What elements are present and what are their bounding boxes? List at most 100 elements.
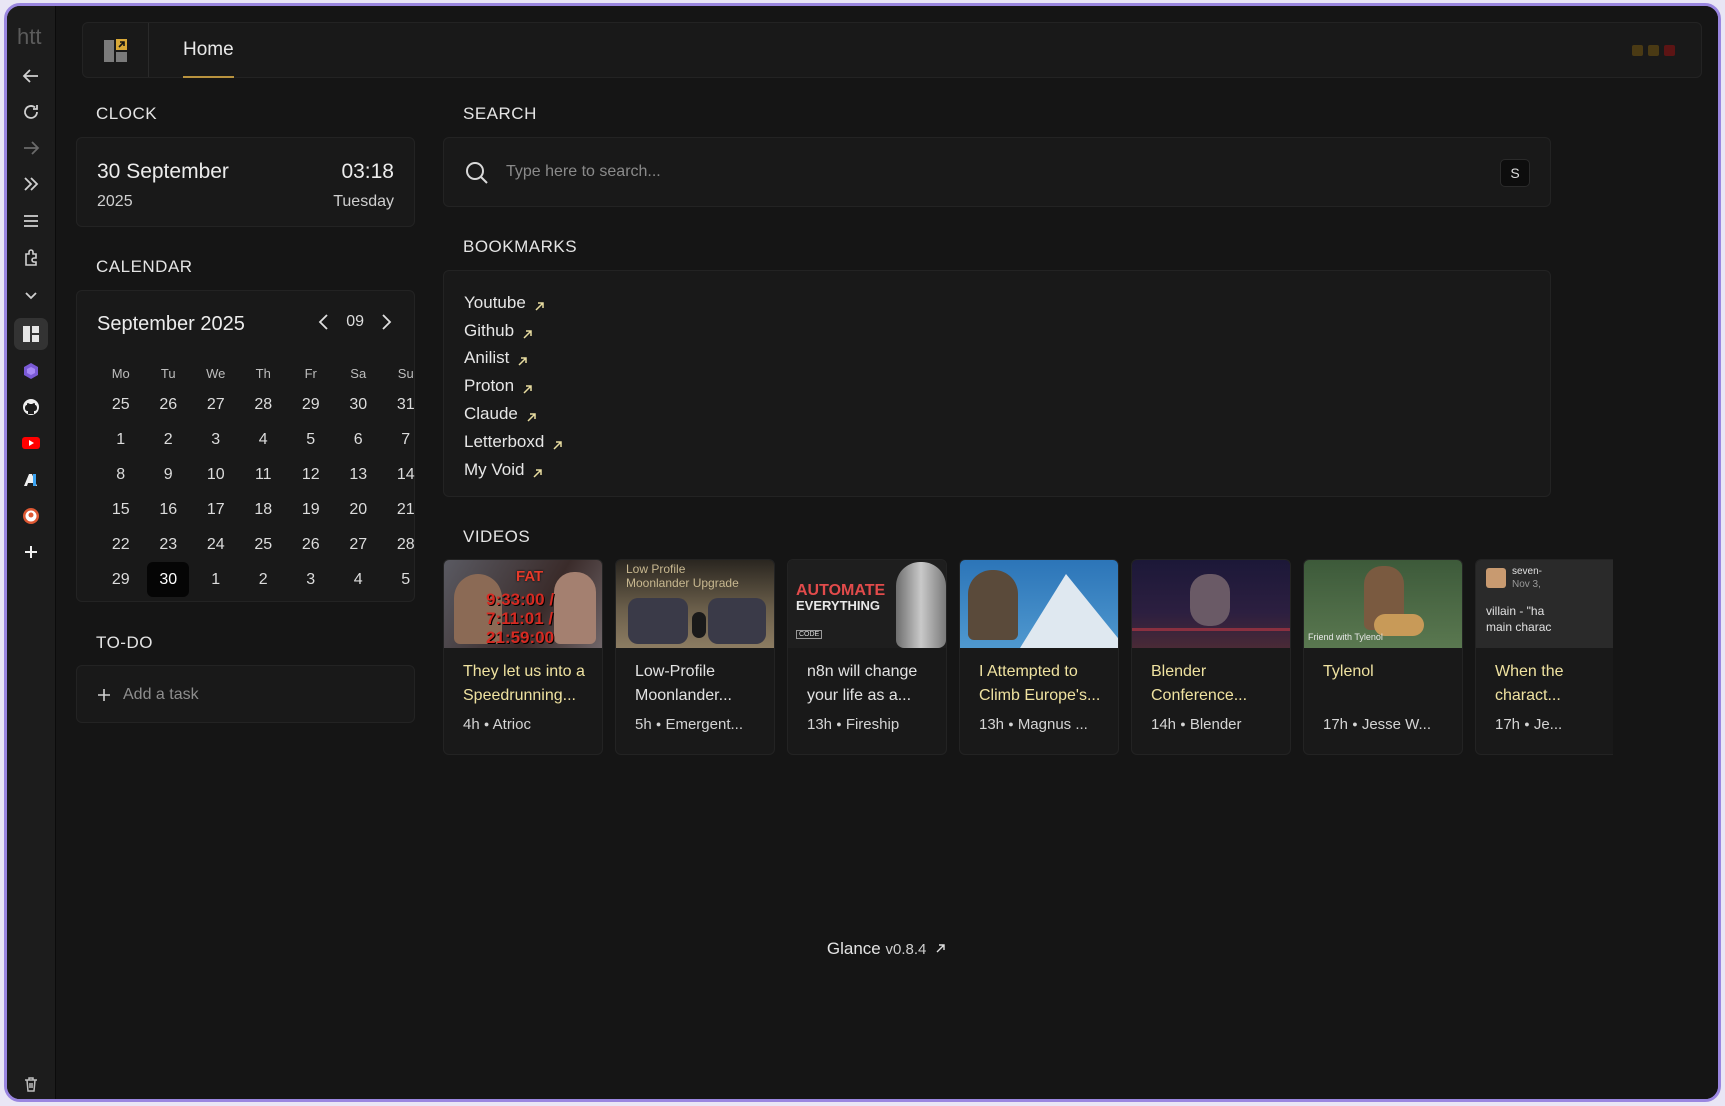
calendar-title: CALENDAR [96, 257, 193, 276]
bookmark-link[interactable]: Letterboxd [464, 428, 564, 456]
tab-github[interactable] [14, 391, 48, 423]
video-card[interactable]: Blender Conference... 14h ● Blender [1131, 559, 1291, 755]
todo-title: TO-DO [96, 633, 153, 652]
clock-year: 2025 [97, 193, 133, 210]
video-card[interactable]: Low Profile Moonlander Upgrade Low-Profi… [615, 559, 775, 755]
calendar-day: 5 [401, 571, 411, 588]
bookmark-link[interactable]: My Void [464, 456, 564, 484]
tab-hexagon-app[interactable] [14, 355, 48, 387]
tab-duckduckgo[interactable] [14, 500, 48, 532]
video-card[interactable]: seven- Nov 3, villain - "ha main charac … [1475, 559, 1613, 755]
bookmark-label: Anilist [464, 348, 510, 368]
trash-icon [25, 1077, 37, 1092]
bookmark-link[interactable]: Claude [464, 400, 564, 428]
thumb-date: Nov 3, [1512, 579, 1541, 590]
bookmark-link[interactable]: Github [464, 317, 564, 345]
dot-separator: ● [1352, 719, 1358, 729]
bookmark-link[interactable]: Proton [464, 372, 564, 400]
video-card[interactable]: FAT 9:33:00 / 7:11:01 / 21:59:00 They le… [443, 559, 603, 755]
duckduckgo-icon [23, 508, 39, 524]
clock-title: CLOCK [96, 104, 158, 123]
glance-logo[interactable] [83, 23, 149, 77]
url-bar[interactable]: htt [17, 24, 53, 54]
footer-brand[interactable]: Glance [827, 939, 881, 958]
video-age: 14h [1151, 716, 1177, 733]
tab-home[interactable]: Home [183, 23, 234, 78]
collapse-button[interactable] [14, 279, 48, 311]
external-link-icon [936, 944, 945, 953]
video-card[interactable]: Friend with Tylenol Tylenol 17h ● Jesse … [1303, 559, 1463, 755]
video-meta: 5h ● Emergent... [635, 716, 743, 733]
bookmark-link[interactable]: Youtube [464, 289, 564, 317]
calendar-weekday: Tu [160, 366, 176, 381]
github-icon [23, 399, 39, 415]
video-channel: Magnus ... [1017, 716, 1088, 733]
calendar-day: 29 [301, 396, 320, 413]
glance-logo-icon [103, 39, 127, 62]
calendar-day: 23 [159, 536, 178, 553]
calendar-day: 31 [396, 396, 415, 413]
extensions-button[interactable] [14, 242, 48, 274]
video-title: Blender Conference... [1151, 663, 1248, 704]
calendar-day: 5 [306, 431, 316, 448]
calendar-day: 26 [301, 536, 320, 553]
plus-icon [25, 546, 37, 558]
browser-sidebar: htt [7, 6, 56, 1099]
video-meta: 17h ● Jesse W... [1323, 716, 1431, 733]
calendar-widget: September 2025 09 Mo Tu We Th Fr Sa Su 25 26 27 28… [76, 290, 415, 602]
tab-glance[interactable] [14, 318, 48, 350]
menu-icon [24, 215, 38, 227]
chevron-right-icon[interactable] [378, 313, 394, 331]
thumb-text-line2: EVERYTHING [796, 598, 881, 613]
tab-youtube[interactable] [14, 427, 48, 459]
forward-button[interactable] [14, 132, 48, 164]
video-card[interactable]: I Attempted to Climb Europe's... 13h ● M… [959, 559, 1119, 755]
video-thumbnail: Friend with Tylenol [1304, 560, 1462, 648]
calendar-day: 27 [206, 396, 225, 413]
bookmark-link[interactable]: Anilist [464, 345, 564, 373]
calendar-day: 11 [254, 466, 272, 483]
video-card[interactable]: AUTOMATE EVERYTHING CODE n8n will change… [787, 559, 947, 755]
external-link-icon [523, 329, 532, 339]
video-age: 13h [979, 716, 1005, 733]
calendar-day: 25 [254, 536, 273, 553]
video-thumbnail: FAT 9:33:00 / 7:11:01 / 21:59:00 [444, 560, 602, 648]
expand-sidebar-button[interactable] [14, 168, 48, 200]
video-age: 17h [1323, 716, 1349, 733]
thumb-overlay-text: 9:33:00 / 7:11:01 / 21:59:00 [486, 590, 555, 647]
search-icon [466, 162, 488, 184]
search-input[interactable] [506, 156, 1406, 188]
status-dot [1632, 45, 1643, 56]
todo-widget: Add a task [76, 665, 415, 723]
new-tab-button[interactable] [14, 536, 48, 568]
video-meta: 13h ● Magnus ... [979, 716, 1088, 733]
video-age: 5h [635, 716, 652, 733]
reload-button[interactable] [14, 96, 48, 128]
back-arrow-icon [22, 69, 38, 83]
video-age: 4h [463, 716, 480, 733]
bookmark-label: Letterboxd [464, 431, 545, 451]
youtube-icon [22, 437, 40, 449]
calendar-day: 1 [211, 571, 221, 588]
calendar-month-label: September 2025 [97, 313, 245, 335]
clock-widget: 30 September 2025 03:18 Tuesday [76, 137, 415, 227]
back-button[interactable] [14, 60, 48, 92]
footer-version[interactable]: v0.8.4 [886, 941, 927, 958]
tab-anilist[interactable] [14, 464, 48, 496]
menu-button[interactable] [14, 205, 48, 237]
thumb-user: seven- [1512, 566, 1543, 577]
add-task-input[interactable]: Add a task [97, 666, 199, 724]
calendar-nav: 09 [316, 313, 394, 331]
anilist-icon [24, 474, 37, 486]
calendar-day: 3 [211, 431, 221, 448]
videos-title: VIDEOS [463, 527, 531, 546]
video-channel: Fireship [845, 716, 900, 733]
calendar-day: 7 [401, 431, 411, 448]
video-thumbnail [960, 560, 1118, 648]
calendar-day: 26 [159, 396, 178, 413]
trash-button[interactable] [14, 1068, 48, 1099]
glance-dashboard: Home CLOCK 30 September 2025 03:18 Tuesd… [56, 6, 1718, 1099]
chevron-left-icon[interactable] [316, 313, 332, 331]
dot-separator: ● [655, 719, 662, 729]
bookmark-list: Youtube Github Anilist Proton Claude Letterbo… [464, 289, 564, 484]
